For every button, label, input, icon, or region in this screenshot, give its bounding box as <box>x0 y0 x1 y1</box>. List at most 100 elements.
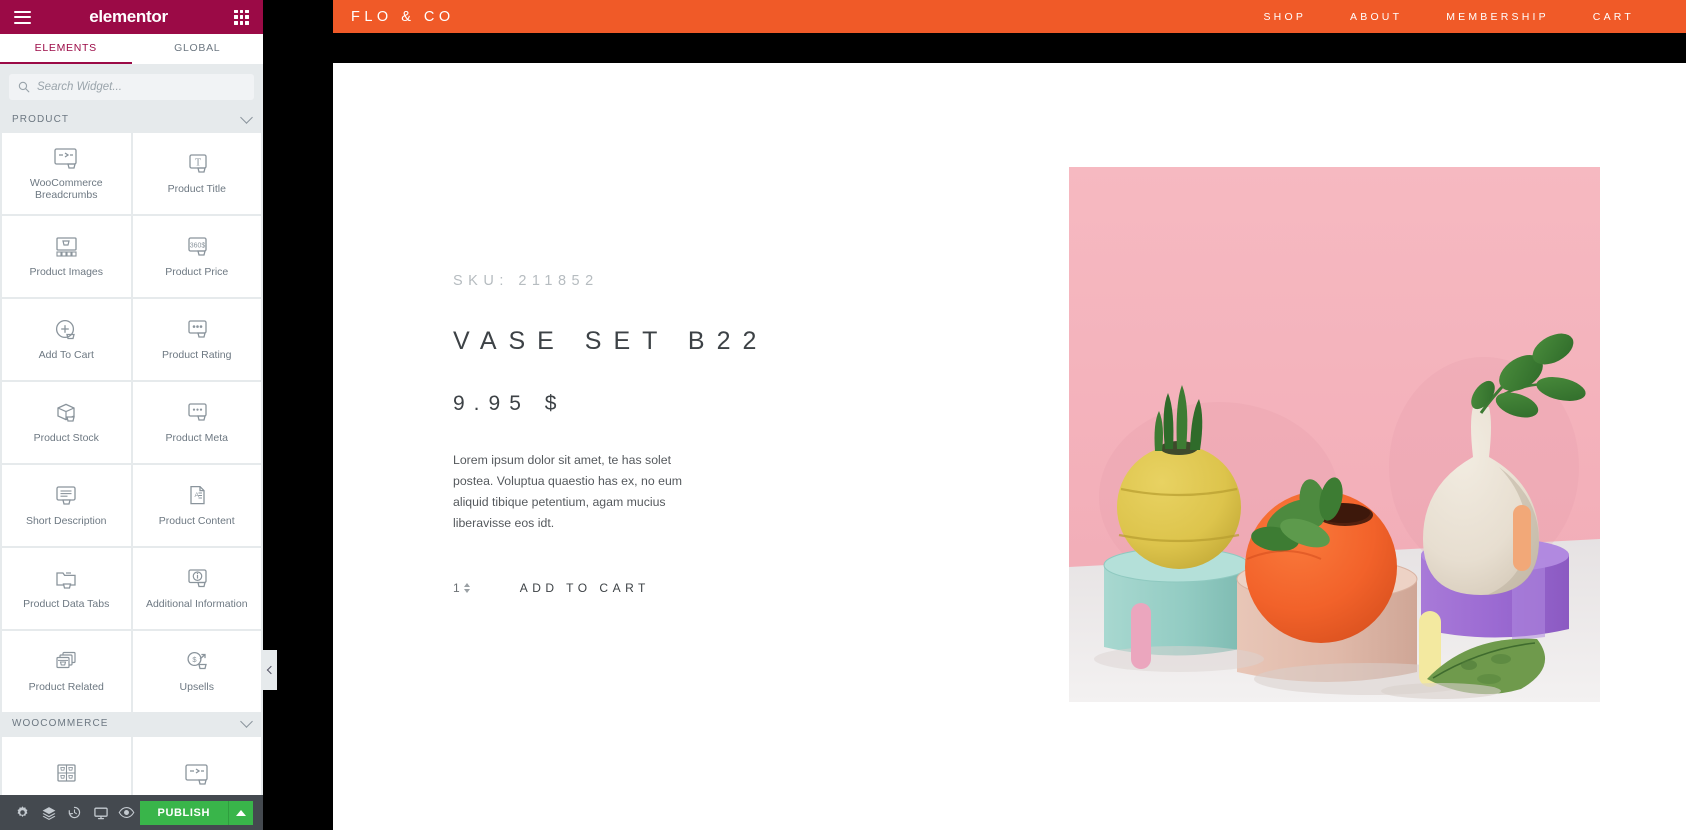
settings-button[interactable] <box>10 795 36 830</box>
quantity-value: 1 <box>453 580 460 595</box>
add-to-cart-button[interactable]: ADD TO CART <box>518 577 652 599</box>
nav-item-shop[interactable]: SHOP <box>1263 11 1306 23</box>
quantity-spinner-icon[interactable] <box>463 582 470 593</box>
widget-label: Product Rating <box>162 348 232 361</box>
widget-product-content[interactable]: A Product Content <box>132 465 261 546</box>
site-nav: SHOP ABOUT MEMBERSHIP CART <box>1263 11 1686 23</box>
panel-footer: PUBLISH <box>0 795 263 830</box>
search-widget-area <box>0 64 263 108</box>
widget-label: Product Content <box>158 514 235 527</box>
widget-label: Product Data Tabs <box>23 597 110 610</box>
editor-canvas: FLO & CO SHOP ABOUT MEMBERSHIP CART SKU:… <box>263 0 1686 830</box>
widget-grid-woocommerce <box>0 737 263 795</box>
widget-add-to-cart[interactable]: Add To Cart <box>2 299 131 380</box>
product-summary: SKU: 211852 VASE SET B22 9.95 $ Lorem ip… <box>453 273 873 599</box>
widget-label: Product Title <box>167 182 226 195</box>
tab-global[interactable]: GLOBAL <box>132 34 264 64</box>
widget-product-price[interactable]: 360$ Product Price <box>132 216 261 297</box>
caret-up-icon <box>236 809 247 816</box>
quantity-stepper[interactable]: 1 <box>453 581 470 595</box>
elementor-logo: elementor <box>89 7 168 26</box>
breadcrumbs-cart-icon <box>54 147 77 169</box>
site-logo[interactable]: FLO & CO <box>351 9 455 25</box>
product-related-icon <box>56 651 76 668</box>
widget-label: Product Images <box>29 265 104 278</box>
product-rating-icon <box>188 320 207 338</box>
chevron-down-icon <box>240 715 253 728</box>
svg-text:T: T <box>195 157 201 168</box>
publish-button[interactable]: PUBLISH <box>139 800 230 825</box>
widget-products-grid[interactable] <box>2 737 131 795</box>
publish-options-button[interactable] <box>229 800 254 825</box>
eye-icon <box>118 807 135 818</box>
publish-group: PUBLISH <box>139 800 254 825</box>
monitor-icon <box>93 807 108 819</box>
section-header-woocommerce[interactable]: WOOCOMMERCE <box>0 712 263 737</box>
grid-apps-icon[interactable] <box>234 9 249 25</box>
section-label-product: PRODUCT <box>12 114 70 125</box>
add-to-cart-icon <box>56 319 76 339</box>
breadcrumbs-cart-icon <box>185 764 208 785</box>
widget-label: Product Stock <box>33 431 99 444</box>
layers-icon <box>42 806 56 820</box>
nav-item-about[interactable]: ABOUT <box>1350 11 1402 23</box>
section-label-woocommerce: WOOCOMMERCE <box>12 718 109 729</box>
tab-elements[interactable]: ELEMENTS <box>0 34 132 64</box>
widget-label: Product Related <box>28 680 104 693</box>
widget-short-description[interactable]: Short Description <box>2 465 131 546</box>
upsells-icon: $ <box>187 651 207 669</box>
section-header-product[interactable]: PRODUCT <box>0 108 263 133</box>
search-icon <box>18 81 30 93</box>
widget-list[interactable]: PRODUCT WooCommerce Breadcrumbs T Produc… <box>0 108 263 795</box>
widget-product-rating[interactable]: Product Rating <box>132 299 261 380</box>
widget-label: Upsells <box>179 680 214 693</box>
product-content-icon: A <box>190 485 205 505</box>
widget-product-title[interactable]: T Product Title <box>132 133 261 214</box>
products-grid-icon <box>57 764 76 782</box>
widget-product-images[interactable]: Product Images <box>2 216 131 297</box>
elementor-editor-window: FLO & CO SHOP ABOUT MEMBERSHIP CART SKU:… <box>0 0 1686 830</box>
product-meta-icon <box>188 403 207 421</box>
widget-woocommerce-breadcrumbs-2[interactable] <box>132 737 261 795</box>
panel-header: elementor <box>0 0 263 34</box>
elementor-panel: elementor ELEMENTS GLOBAL PRODUCT <box>0 0 263 830</box>
widget-upsells[interactable]: $ Upsells <box>132 631 261 712</box>
widget-product-related[interactable]: Product Related <box>2 631 131 712</box>
product-price-icon: 360$ <box>188 237 207 256</box>
nav-item-membership[interactable]: MEMBERSHIP <box>1446 11 1549 23</box>
product-title-icon: T <box>189 154 207 173</box>
widget-woocommerce-breadcrumbs[interactable]: WooCommerce Breadcrumbs <box>2 133 131 214</box>
short-description-icon <box>56 486 76 505</box>
widget-label: Product Price <box>165 265 229 278</box>
product-image[interactable] <box>1069 167 1600 702</box>
widget-label: Add To Cart <box>38 348 94 361</box>
page-content: SKU: 211852 VASE SET B22 9.95 $ Lorem ip… <box>333 63 1686 830</box>
widget-label: Short Description <box>25 514 107 527</box>
product-images-icon <box>56 237 77 257</box>
chevron-left-icon <box>266 665 276 675</box>
widget-label: WooCommerce Breadcrumbs <box>29 176 103 201</box>
navigator-button[interactable] <box>36 795 62 830</box>
widget-grid-product: WooCommerce Breadcrumbs T Product Title <box>0 133 263 712</box>
widget-label: Additional Information <box>145 597 248 610</box>
widget-product-data-tabs[interactable]: Product Data Tabs <box>2 548 131 629</box>
product-price: 9.95 $ <box>453 392 566 415</box>
panel-collapse-handle[interactable] <box>263 650 277 690</box>
product-sku: SKU: 211852 <box>453 273 599 289</box>
history-icon <box>68 806 81 819</box>
preview-changes-button[interactable] <box>114 795 140 830</box>
svg-text:$: $ <box>192 655 197 664</box>
widget-product-meta[interactable]: Product Meta <box>132 382 261 463</box>
search-box[interactable] <box>9 74 254 100</box>
search-input[interactable] <box>37 81 245 93</box>
site-header: FLO & CO SHOP ABOUT MEMBERSHIP CART <box>333 0 1686 33</box>
panel-tabs: ELEMENTS GLOBAL <box>0 34 263 64</box>
responsive-mode-button[interactable] <box>88 795 114 830</box>
chevron-down-icon <box>240 111 253 124</box>
product-image-illustration <box>1069 167 1600 702</box>
nav-item-cart[interactable]: CART <box>1593 11 1634 23</box>
additional-information-icon <box>188 569 207 587</box>
history-button[interactable] <box>62 795 88 830</box>
widget-product-stock[interactable]: Product Stock <box>2 382 131 463</box>
widget-additional-information[interactable]: Additional Information <box>132 548 261 629</box>
